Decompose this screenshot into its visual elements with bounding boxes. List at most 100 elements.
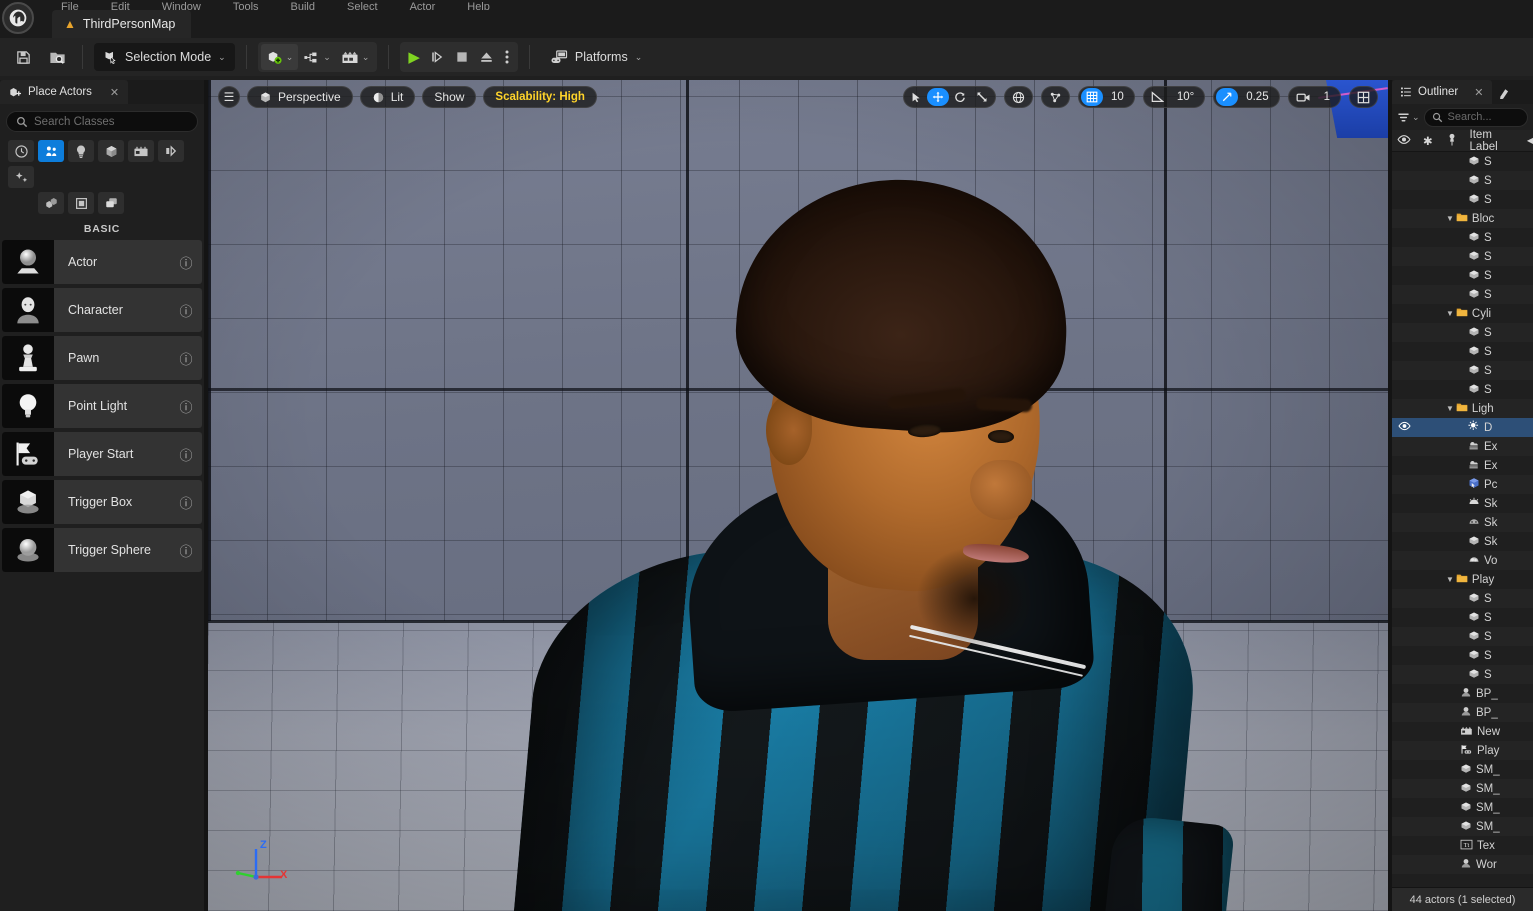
list-item-pawn[interactable]: Pawn ⓘ [2,336,202,380]
outliner-row[interactable]: ▼Play [1392,570,1533,589]
tab-place-actors[interactable]: Place Actors ✕ [0,80,128,104]
outliner-row[interactable]: Vo [1392,551,1533,570]
level-viewport[interactable]: ☰ Perspective Lit Show Scalability: Hig [208,80,1388,911]
viewport-scalability-button[interactable]: Scalability: High [483,86,596,108]
scale-tool-button[interactable] [971,88,993,106]
outliner-row[interactable]: S [1392,665,1533,684]
category-visual-effects[interactable] [158,140,184,162]
outliner-row[interactable]: S [1392,266,1533,285]
viewport-show-button[interactable]: Show [422,86,476,108]
tab-details-partial[interactable] [1492,80,1517,104]
rotate-tool-button[interactable] [949,88,971,106]
outliner-row[interactable]: S [1392,285,1533,304]
outliner-row[interactable]: S [1392,627,1533,646]
document-tab-thirdpersonmap[interactable]: ▲ ThirdPersonMap [52,10,191,38]
outliner-row[interactable]: TtTex [1392,836,1533,855]
grid-snap-value[interactable]: 10 [1103,91,1132,103]
outliner-row[interactable]: S [1392,361,1533,380]
close-icon[interactable]: ✕ [1474,86,1483,99]
viewport-lighting-button[interactable]: Lit [360,86,416,108]
help-circle-icon[interactable]: ⓘ [170,301,202,320]
outliner-row[interactable]: S [1392,171,1533,190]
tab-outliner[interactable]: Outliner ✕ [1392,80,1492,104]
list-item-player-start[interactable]: Player Start ⓘ [2,432,202,476]
category-recently-placed[interactable] [8,140,34,162]
help-circle-icon[interactable]: ⓘ [170,349,202,368]
column-lock[interactable] [1440,133,1464,149]
play-button[interactable]: ▶ [403,44,425,70]
outliner-search-input[interactable]: Search... [1424,108,1528,127]
help-circle-icon[interactable]: ⓘ [170,397,202,416]
expand-triangle-icon[interactable]: ▼ [1446,575,1454,584]
outliner-row[interactable]: D [1392,418,1533,437]
outliner-row[interactable]: ▼Bloc [1392,209,1533,228]
camera-speed-toggle[interactable] [1291,88,1316,106]
unreal-engine-logo[interactable] [2,2,34,34]
skip-button[interactable] [425,44,450,70]
outliner-row[interactable]: S [1392,342,1533,361]
outliner-row[interactable]: S [1392,152,1533,171]
category-lights[interactable] [68,140,94,162]
expand-triangle-icon[interactable]: ▼ [1446,309,1454,318]
outliner-row[interactable]: SM_ [1392,798,1533,817]
outliner-row[interactable]: Sk [1392,494,1533,513]
list-item-actor[interactable]: Actor ⓘ [2,240,202,284]
scale-snap-toggle[interactable] [1216,88,1238,106]
platforms-button[interactable]: Platforms ⌄ [541,43,651,71]
outliner-row[interactable]: BP_ [1392,703,1533,722]
close-icon[interactable]: ✕ [110,86,119,99]
help-circle-icon[interactable]: ⓘ [170,445,202,464]
outliner-row[interactable]: Wor [1392,855,1533,874]
save-icon[interactable] [8,43,38,71]
list-item-trigger-box[interactable]: Trigger Box ⓘ [2,480,202,524]
scale-snap-value[interactable]: 0.25 [1238,91,1276,103]
outliner-row[interactable]: S [1392,190,1533,209]
camera-speed-value[interactable]: 1 [1316,91,1338,103]
outliner-row[interactable]: S [1392,247,1533,266]
outliner-row[interactable]: Ex [1392,437,1533,456]
list-item-trigger-sphere[interactable]: Trigger Sphere ⓘ [2,528,202,572]
outliner-row[interactable]: New [1392,722,1533,741]
outliner-row[interactable]: S [1392,323,1533,342]
coord-space-button[interactable] [1004,86,1033,108]
viewport-layout-button[interactable] [1349,86,1378,108]
category-shapes[interactable] [98,140,124,162]
outliner-row[interactable]: S [1392,646,1533,665]
expand-triangle-icon[interactable]: ▼ [1446,214,1454,223]
column-visibility[interactable] [1392,134,1416,148]
outliner-row[interactable]: SM_ [1392,760,1533,779]
viewport-camera-button[interactable]: Perspective [247,86,353,108]
viewport-menu-icon[interactable]: ☰ [218,86,240,108]
list-item-character[interactable]: Character ⓘ [2,288,202,332]
help-circle-icon[interactable]: ⓘ [170,253,202,272]
selection-mode-button[interactable]: Selection Mode ⌄ [94,43,235,71]
outliner-row[interactable]: Sk [1392,532,1533,551]
outliner-row[interactable]: S [1392,228,1533,247]
category-misc[interactable] [98,192,124,214]
outliner-row[interactable]: Pc [1392,475,1533,494]
outliner-row[interactable]: ▼Ligh [1392,399,1533,418]
add-actor-button[interactable]: ⌄ [261,44,299,70]
outliner-row[interactable]: Play [1392,741,1533,760]
more-options-button[interactable] [499,44,515,70]
angle-snap-toggle[interactable] [1146,88,1169,106]
category-cinematic[interactable] [128,140,154,162]
search-classes-input[interactable]: Search Classes [6,111,198,132]
outliner-row[interactable]: ▼Cyli [1392,304,1533,323]
surface-snap-button[interactable] [1041,86,1070,108]
eject-button[interactable] [474,44,499,70]
outliner-row[interactable]: S [1392,589,1533,608]
outliner-row[interactable]: S [1392,380,1533,399]
move-tool-button[interactable] [927,88,949,106]
select-tool-button[interactable] [906,88,927,106]
category-volumes[interactable] [68,192,94,214]
category-geometry[interactable] [38,192,64,214]
column-item-label[interactable]: Item Label ◀ [1464,129,1533,153]
outliner-row[interactable]: BP_ [1392,684,1533,703]
expand-triangle-icon[interactable]: ▼ [1446,404,1454,413]
browse-content-icon[interactable] [42,43,72,71]
outliner-row[interactable]: SM_ [1392,817,1533,836]
cinematics-button[interactable]: ⌄ [336,44,375,70]
angle-snap-value[interactable]: 10° [1169,91,1202,103]
outliner-row[interactable]: SM_ [1392,779,1533,798]
